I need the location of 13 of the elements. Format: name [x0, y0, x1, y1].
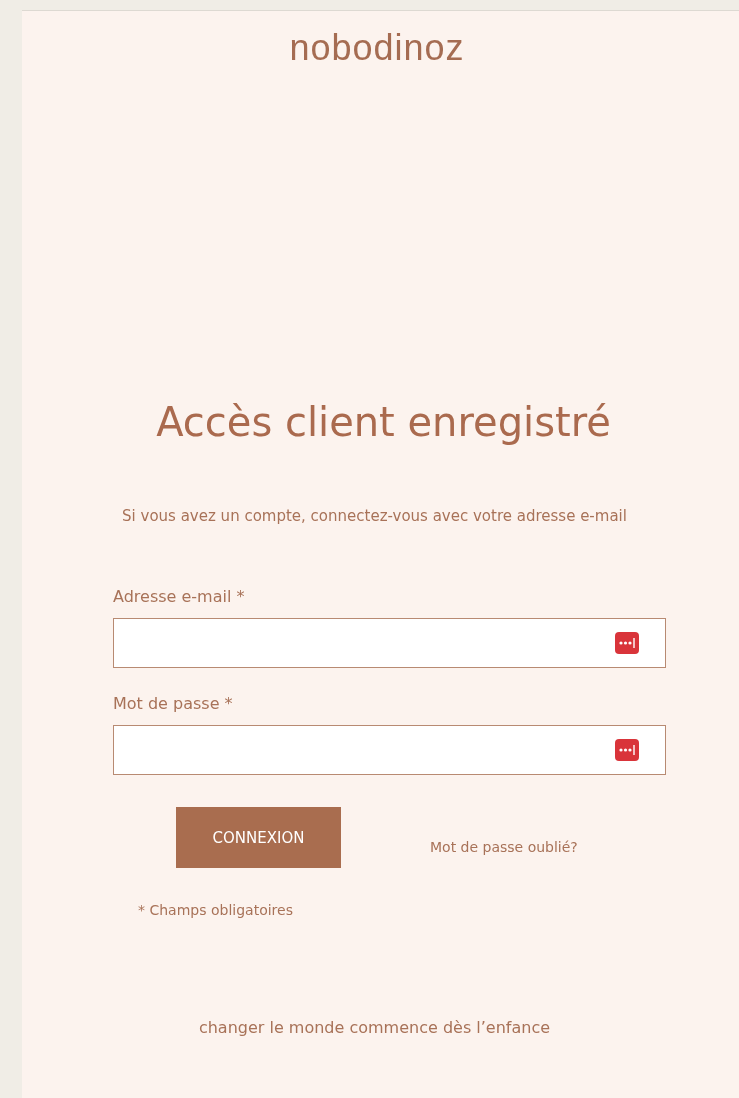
intro-text: Si vous avez un compte, connectez-vous avec votre adresse e-mail	[121, 507, 628, 525]
page-title: Accès client enregistré	[155, 399, 612, 445]
required-note: * Champs obligatoires	[138, 902, 294, 918]
input-field[interactable]	[113, 618, 666, 668]
password-manager-icon[interactable]	[615, 739, 639, 761]
field-label: Mot de passe *	[113, 694, 234, 713]
input-field[interactable]	[113, 725, 666, 775]
logo[interactable]: nobodinoz	[277, 27, 477, 69]
field-label: Adresse e-mail *	[113, 587, 246, 606]
tagline: changer le monde commence dès l’enfance	[197, 1018, 552, 1037]
forgot-password-link[interactable]: Mot de passe oublié?	[430, 838, 578, 855]
password-manager-icon[interactable]	[615, 632, 639, 654]
login-button[interactable]: CONNEXION	[176, 807, 341, 868]
